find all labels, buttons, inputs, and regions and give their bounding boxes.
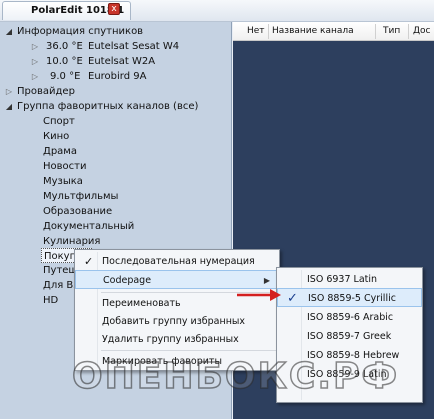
menu-separator — [101, 350, 277, 351]
expand-arrow-icon[interactable]: ▷ — [30, 39, 40, 54]
annotation-arrow-icon — [237, 289, 281, 301]
tree-item-group[interactable]: Путеш — [43, 263, 78, 278]
tree-item-group[interactable]: Документальный — [43, 219, 134, 234]
tree-item-group[interactable]: Кино — [43, 129, 69, 144]
column-header: Нет Название канала Тип Дос — [233, 22, 434, 41]
menu-item-sequential-numbering[interactable]: ✓ Последовательная нумерация — [75, 252, 279, 271]
column-divider[interactable] — [408, 24, 409, 39]
column-divider[interactable] — [375, 24, 376, 39]
codepage-iso-8859-6-arabic[interactable]: ISO 8859-6 Arabic — [277, 308, 422, 327]
column-divider[interactable] — [268, 24, 269, 39]
menu-item-add-favorite-group[interactable]: Добавить группу избранных — [75, 312, 279, 331]
tab-strip: PolarEdit 1018 1 x — [0, 0, 434, 22]
menu-item-codepage[interactable]: Codepage ▶ — [75, 270, 279, 289]
column-number[interactable]: Нет — [247, 26, 265, 36]
codepage-iso-6937-latin[interactable]: ISO 6937 Latin — [277, 270, 422, 289]
tree-item-group[interactable]: Образование — [43, 204, 112, 219]
expand-arrow-icon[interactable]: ▷ — [30, 54, 40, 69]
collapse-arrow-icon[interactable]: ◢ — [4, 24, 14, 39]
column-channel-name[interactable]: Название канала — [272, 26, 354, 36]
column-access[interactable]: Дос — [413, 26, 431, 36]
codepage-iso-8859-7-greek[interactable]: ISO 8859-7 Greek — [277, 327, 422, 346]
tab-title: PolarEdit 1018 1 — [31, 5, 125, 16]
close-icon[interactable]: x — [108, 3, 120, 15]
watermark: ОПЕНБОКС.РФ — [71, 355, 400, 398]
expand-arrow-icon[interactable]: ▷ — [4, 84, 14, 99]
codepage-iso-8859-5-cyrillic[interactable]: ✓ ISO 8859-5 Cyrillic — [277, 288, 422, 307]
check-icon: ✓ — [287, 291, 298, 306]
check-icon: ✓ — [84, 255, 94, 268]
tree-item-group[interactable]: HD — [43, 293, 58, 308]
tree-item-group[interactable]: Драма — [43, 144, 77, 159]
tree-item-group[interactable]: Новости — [43, 159, 86, 174]
tree-item-group[interactable]: Мультфильмы — [43, 189, 118, 204]
context-menu: ✓ Последовательная нумерация Codepage ▶ … — [74, 249, 280, 371]
menu-item-delete-favorite-group[interactable]: Удалить группу избранных — [75, 330, 279, 349]
collapse-arrow-icon[interactable]: ◢ — [4, 99, 14, 114]
expand-arrow-icon[interactable]: ▷ — [30, 69, 40, 84]
tree-item-group[interactable]: Кулинария — [43, 234, 100, 249]
tree-item-group[interactable]: Музыка — [43, 174, 83, 189]
tree-item-group[interactable]: Спорт — [43, 114, 75, 129]
column-type[interactable]: Тип — [383, 26, 400, 36]
